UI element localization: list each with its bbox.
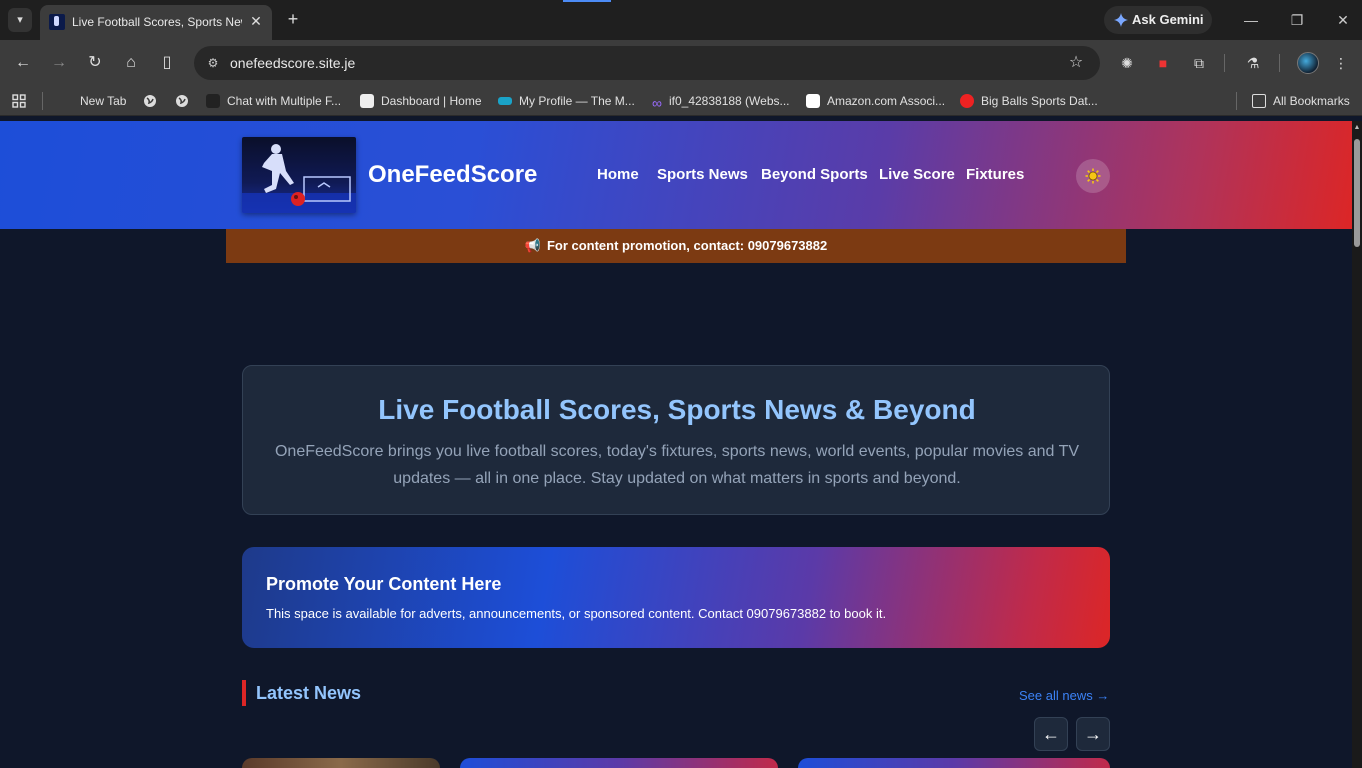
bookmarks-divider xyxy=(1236,92,1237,110)
restore-icon[interactable]: ❐ xyxy=(1282,6,1312,34)
nav-beyond-sports[interactable]: Beyond Sports xyxy=(761,166,868,183)
bookmark-if0[interactable]: ∞ if0_42838188 (Webs... xyxy=(652,92,790,111)
bookmark-label: if0_42838188 (Webs... xyxy=(668,94,790,108)
promo-bar-text: For content promotion, contact: 09079673… xyxy=(546,238,828,253)
menu-icon[interactable]: ⋮ xyxy=(1330,52,1352,74)
amazon-icon xyxy=(806,94,820,108)
bookmark-label: Big Balls Sports Dat... xyxy=(981,94,1098,108)
prev-news-button[interactable]: ← xyxy=(1034,717,1068,751)
tab-search-icon[interactable]: ▾ xyxy=(8,8,32,32)
reload-icon[interactable]: ↻ xyxy=(84,52,106,74)
footballer-logo-icon xyxy=(242,144,356,213)
close-tab-icon[interactable]: ✕ xyxy=(248,13,264,29)
theme-toggle-button[interactable] xyxy=(1076,159,1110,193)
bookmark-label: Chat with Multiple F... xyxy=(227,94,342,108)
bookmark-favicon-icon xyxy=(206,94,220,108)
bookmark-label: Dashboard | Home xyxy=(381,94,482,108)
scroll-thumb[interactable] xyxy=(1354,139,1360,247)
labs-icon[interactable]: ⚗ xyxy=(1242,52,1264,74)
site-logo[interactable] xyxy=(242,137,356,213)
close-window-icon[interactable]: ✕ xyxy=(1328,6,1358,34)
bookmarks-bar: New Tab Chat with Multiple F... Dashboar… xyxy=(0,86,1362,116)
bookmark-big-balls[interactable]: Big Balls Sports Dat... xyxy=(960,92,1098,110)
all-bookmarks[interactable]: All Bookmarks xyxy=(1252,92,1350,110)
promote-text: This space is available for adverts, ann… xyxy=(266,606,887,621)
hero-text: OneFeedScore brings you live football sc… xyxy=(274,443,1080,487)
promote-banner[interactable]: Promote Your Content Here This space is … xyxy=(242,547,1110,648)
ask-gemini-label: Ask Gemini xyxy=(1132,12,1204,27)
toolbar-divider xyxy=(1279,54,1280,72)
bookmark-amazon[interactable]: Amazon.com Associ... xyxy=(806,92,945,110)
hero-title: Live Football Scores, Sports News & Beyo… xyxy=(378,394,976,425)
gemini-icon xyxy=(1114,13,1128,27)
site-favicon-icon xyxy=(49,14,65,30)
bookmark-favicon-icon xyxy=(360,94,374,108)
bookmark-favicon-icon xyxy=(498,97,512,105)
bookmark-chat-multiple[interactable]: Chat with Multiple F... xyxy=(206,92,341,110)
forward-icon[interactable]: → xyxy=(48,52,70,74)
bookmark-label: My Profile — The M... xyxy=(519,94,635,108)
page-viewport: OneFeedScore Home Sports News Beyond Spo… xyxy=(0,121,1352,768)
hero-card: Live Football Scores, Sports News & Beyo… xyxy=(242,365,1110,515)
bookmark-star-icon[interactable]: ☆ xyxy=(1066,53,1086,73)
url-text[interactable]: onefeedscore.site.je xyxy=(230,55,355,71)
browser-tab[interactable]: Live Football Scores, Sports News ✕ xyxy=(40,5,272,40)
nav-sports-news[interactable]: Sports News xyxy=(657,166,748,183)
globe-icon[interactable] xyxy=(175,92,189,110)
latest-news-title: Latest News xyxy=(256,683,362,703)
scroll-up-icon[interactable]: ▲ xyxy=(1353,124,1361,132)
bookmark-my-profile[interactable]: My Profile — The M... xyxy=(498,92,635,110)
bookmark-label: Amazon.com Associ... xyxy=(827,94,946,108)
extension-icon[interactable]: ✺ xyxy=(1116,52,1138,74)
tab-group-indicator xyxy=(563,0,611,2)
cherry-icon xyxy=(960,94,974,108)
megaphone-icon: 📢 xyxy=(524,238,541,253)
folder-icon xyxy=(1252,94,1266,108)
tab-title: Live Football Scores, Sports News xyxy=(72,15,242,29)
promo-bar: 📢 For content promotion, contact: 0907967… xyxy=(226,229,1126,263)
extensions-puzzle-icon[interactable]: ⧉ xyxy=(1188,52,1210,74)
address-bar[interactable]: ⚙ onefeedscore.site.je ☆ xyxy=(194,46,1100,80)
nav-fixtures[interactable]: Fixtures xyxy=(966,166,1024,183)
profile-avatar[interactable] xyxy=(1297,52,1319,74)
infinity-icon: ∞ xyxy=(652,95,662,111)
browser-toolbar: ← → ↻ ⌂ ▯ ⚙ onefeedscore.site.je ☆ ✺ ■ ⧉… xyxy=(0,40,1362,86)
apps-grid-icon[interactable] xyxy=(12,92,26,110)
back-icon[interactable]: ← xyxy=(12,52,34,74)
nav-home[interactable]: Home xyxy=(597,166,639,183)
promote-title: Promote Your Content Here xyxy=(266,574,502,594)
globe-icon[interactable] xyxy=(143,92,157,110)
nav-live-score[interactable]: Live Score xyxy=(879,166,955,183)
sun-icon xyxy=(1085,168,1101,184)
toolbar-divider xyxy=(1224,54,1225,72)
bookmarks-divider xyxy=(42,92,43,110)
bookmark-new-tab[interactable]: New Tab xyxy=(80,92,126,110)
ask-gemini-button[interactable]: Ask Gemini xyxy=(1104,6,1212,34)
all-bookmarks-label: All Bookmarks xyxy=(1273,94,1350,108)
see-all-news-link[interactable]: See all news → xyxy=(1019,688,1109,703)
extension-icon[interactable]: ■ xyxy=(1152,52,1174,74)
site-header: OneFeedScore Home Sports News Beyond Spo… xyxy=(0,121,1352,229)
page-scrollbar[interactable]: ▲ xyxy=(1352,121,1362,768)
news-card[interactable] xyxy=(242,758,440,768)
brand-name[interactable]: OneFeedScore xyxy=(368,161,537,189)
new-tab-icon[interactable]: + xyxy=(282,8,304,30)
split-view-icon[interactable]: ▯ xyxy=(156,52,178,74)
minimize-icon[interactable]: — xyxy=(1236,6,1266,34)
section-accent-bar xyxy=(242,680,246,706)
home-icon[interactable]: ⌂ xyxy=(120,52,142,74)
news-card[interactable] xyxy=(460,758,778,768)
next-news-button[interactable]: → xyxy=(1076,717,1110,751)
bookmark-dashboard[interactable]: Dashboard | Home xyxy=(360,92,482,110)
site-info-icon[interactable]: ⚙ xyxy=(204,54,222,72)
news-card[interactable] xyxy=(798,758,1110,768)
tab-strip: ▾ Live Football Scores, Sports News ✕ + … xyxy=(0,0,1362,40)
